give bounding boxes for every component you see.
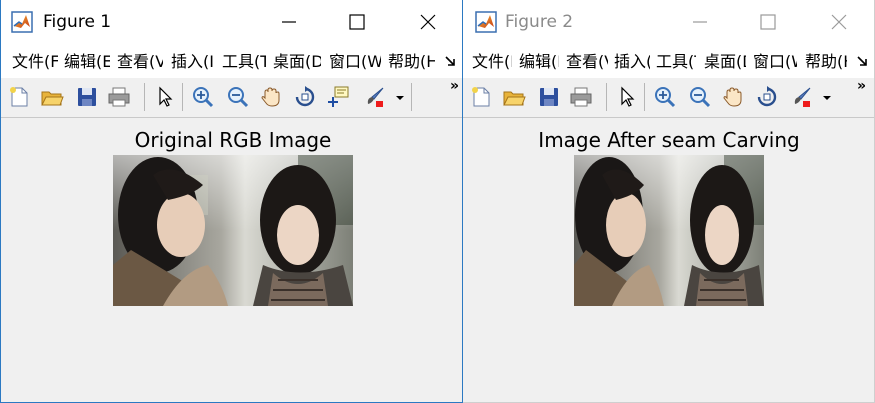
brush-icon[interactable] (363, 85, 387, 109)
menu-overflow-icon[interactable] (444, 53, 458, 69)
toolbar-separator (411, 83, 412, 111)
toolbar-more-button[interactable]: » (857, 79, 866, 93)
toolbar-separator (144, 83, 145, 111)
menu-tools[interactable]: 工具(T) (656, 52, 696, 72)
figure-1-window: Figure 1 文件(F) 编辑(E) 查看(V) 插入(I) 工具(T) 桌… (0, 0, 463, 403)
rotate-3d-icon[interactable] (755, 85, 779, 109)
figure-title: Image After seam Carving (538, 128, 800, 152)
zoom-out-icon[interactable] (688, 85, 712, 109)
toolbar-separator (606, 83, 607, 111)
minimize-icon[interactable] (685, 8, 715, 36)
menu-edit[interactable]: 编辑(E) (519, 52, 559, 72)
menu-file[interactable]: 文件(F) (472, 52, 512, 72)
menu-bar: 文件(F) 编辑(E) 查看(V) 插入(I) 工具(T) 桌面(D) 窗口(W… (1, 44, 462, 79)
menu-help[interactable]: 帮助(H) (805, 52, 847, 72)
brush-icon[interactable] (790, 85, 814, 109)
title-bar[interactable]: Figure 1 (1, 0, 462, 44)
menu-window[interactable]: 窗口(W) (329, 52, 381, 72)
menu-help[interactable]: 帮助(H) (388, 52, 435, 72)
seam-carved-image (574, 155, 764, 306)
window-title: Figure 1 (43, 12, 112, 32)
print-icon[interactable] (569, 85, 593, 109)
save-icon[interactable] (537, 85, 561, 109)
figure-toolbar: » (1, 78, 462, 118)
matlab-logo-icon (11, 11, 33, 33)
menu-overflow-icon[interactable] (856, 53, 870, 69)
figure-2-window: Figure 2 文件(F) 编辑(E) 查看(V) 插入(I) 工具(T) 桌… (463, 0, 875, 403)
menu-insert[interactable]: 插入(I) (614, 52, 650, 72)
menu-file[interactable]: 文件(F) (12, 52, 58, 72)
menu-insert[interactable]: 插入(I) (171, 52, 215, 72)
menu-bar: 文件(F) 编辑(E) 查看(V) 插入(I) 工具(T) 桌面(D) 窗口(W… (463, 44, 874, 79)
minimize-icon[interactable] (274, 8, 304, 36)
menu-tools[interactable]: 工具(T) (222, 52, 266, 72)
dropdown-arrow-icon[interactable] (395, 85, 405, 109)
zoom-in-icon[interactable] (653, 85, 677, 109)
figure-toolbar: » (463, 78, 874, 118)
zoom-in-icon[interactable] (191, 85, 215, 109)
figure-title: Original RGB Image (134, 128, 332, 152)
pan-hand-icon[interactable] (259, 85, 283, 109)
zoom-out-icon[interactable] (226, 85, 250, 109)
new-figure-icon[interactable] (469, 85, 493, 109)
open-file-icon[interactable] (502, 85, 526, 109)
data-cursor-icon[interactable] (327, 85, 351, 109)
menu-window[interactable]: 窗口(W) (753, 52, 797, 72)
matlab-logo-icon (475, 11, 497, 33)
select-pointer-icon[interactable] (615, 85, 639, 109)
toolbar-more-button[interactable]: » (450, 79, 459, 93)
print-icon[interactable] (107, 85, 131, 109)
menu-edit[interactable]: 编辑(E) (64, 52, 110, 72)
title-bar[interactable]: Figure 2 (463, 0, 874, 44)
open-file-icon[interactable] (40, 85, 64, 109)
maximize-icon[interactable] (342, 8, 372, 36)
new-figure-icon[interactable] (7, 85, 31, 109)
select-pointer-icon[interactable] (153, 85, 177, 109)
maximize-icon[interactable] (753, 8, 783, 36)
toolbar-separator (644, 83, 645, 111)
menu-view[interactable]: 查看(V) (566, 52, 608, 72)
dropdown-arrow-icon[interactable] (822, 85, 832, 109)
rotate-3d-icon[interactable] (293, 85, 317, 109)
save-icon[interactable] (75, 85, 99, 109)
close-icon[interactable] (413, 8, 443, 36)
menu-view[interactable]: 查看(V) (117, 52, 163, 72)
menu-desktop[interactable]: 桌面(D) (273, 52, 321, 72)
menu-desktop[interactable]: 桌面(D) (704, 52, 746, 72)
pan-hand-icon[interactable] (721, 85, 745, 109)
original-rgb-image (113, 155, 353, 306)
window-title: Figure 2 (505, 12, 574, 32)
close-icon[interactable] (824, 8, 854, 36)
toolbar-separator (182, 83, 183, 111)
